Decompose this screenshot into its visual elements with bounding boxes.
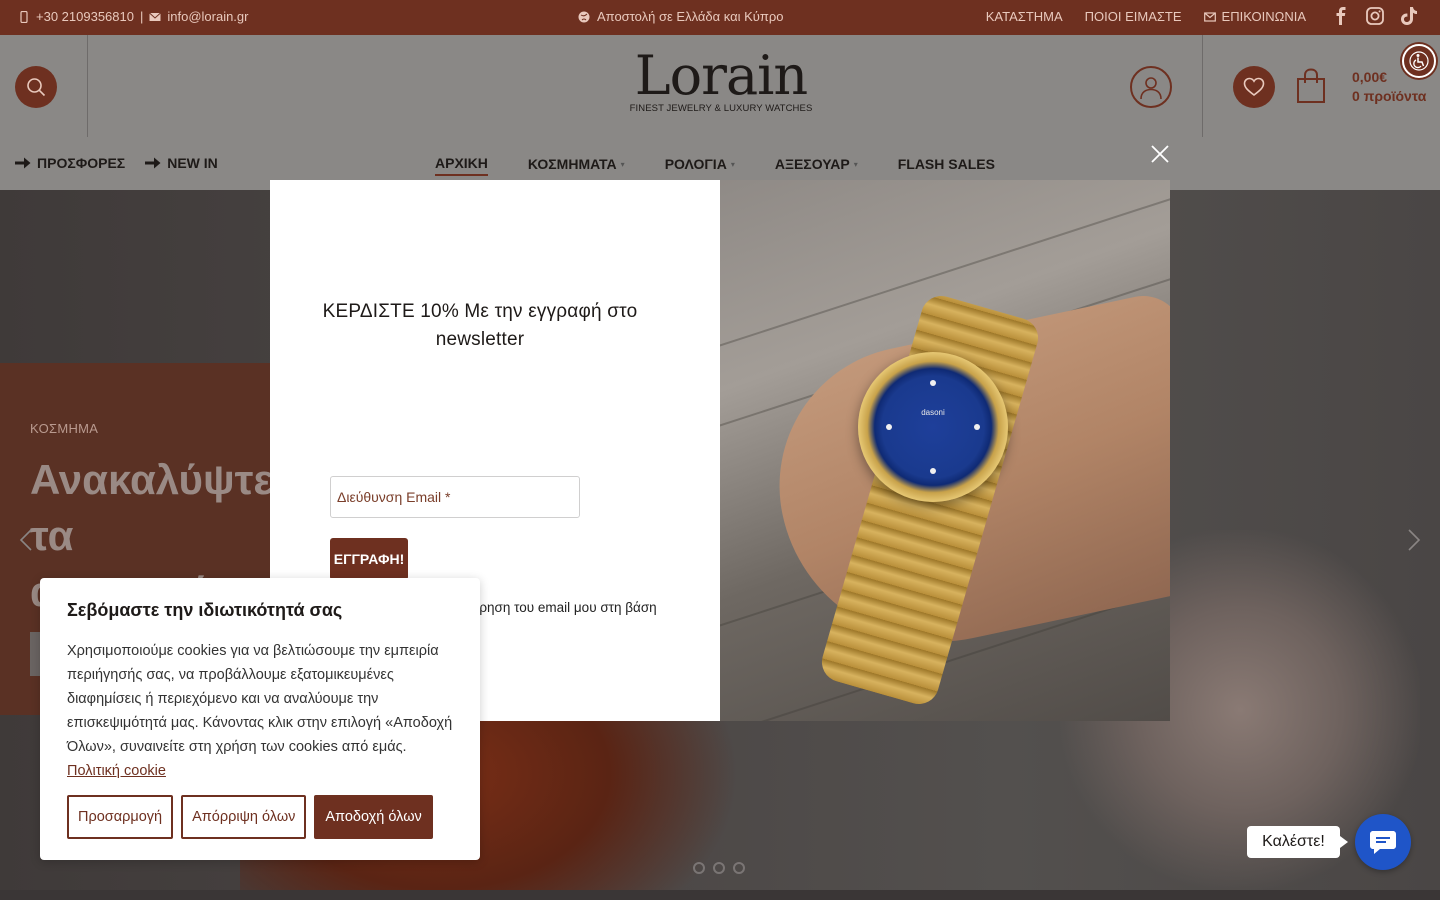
cookie-text: Χρησιμοποιούμε cookies για να βελτιώσουμ…	[67, 639, 453, 783]
envelope-icon	[1203, 11, 1216, 22]
logo-tagline: FINEST JEWELRY & LUXURY WATCHES	[629, 103, 813, 114]
slider-dot[interactable]	[713, 862, 725, 874]
facebook-icon[interactable]	[1332, 7, 1350, 25]
arrow-right-icon	[15, 157, 31, 169]
cookie-customize-button[interactable]: Προσαρμογή	[67, 795, 174, 839]
topbar-links: ΚΑΤΑΣΤΗΜΑ ΠΟΙΟΙ ΕΙΜΑΣΤΕ ΕΠΙΚΟΙΝΩΝΙΑ	[986, 9, 1306, 24]
shopping-bag-icon	[1297, 68, 1325, 103]
cookie-banner: Σεβόμαστε την ιδιωτικότητά σας Χρησιμοπο…	[40, 578, 480, 860]
nav-item-accessories-label: ΑΞΕΣΟΥΑΡ	[774, 156, 850, 172]
header-divider-left	[87, 35, 88, 137]
bottom-strip	[0, 890, 1440, 900]
close-icon	[1151, 145, 1169, 163]
slider-prev-button[interactable]	[18, 528, 34, 552]
cart-total[interactable]: 0,00€	[1352, 69, 1387, 85]
newsletter-email-input[interactable]	[330, 476, 580, 518]
slider-dots	[693, 862, 745, 874]
topbar-link-about[interactable]: ΠΟΙΟΙ ΕΙΜΑΣΤΕ	[1085, 9, 1182, 24]
topbar-contact: +30 2109356810 | info@lorain.gr	[18, 9, 248, 24]
chevron-down-icon: ▾	[620, 159, 625, 169]
chevron-left-icon	[19, 529, 32, 551]
nav-item-jewelry[interactable]: ΚΟΣΜΗΜΑΤΑ ▾	[528, 155, 625, 176]
nav-item-new-in[interactable]: NEW IN	[145, 155, 218, 171]
nav-item-flash-sales[interactable]: FLASH SALES	[898, 155, 995, 176]
nav-item-new-in-label: NEW IN	[167, 155, 218, 171]
topbar-separator: |	[139, 9, 144, 24]
topbar-link-store[interactable]: ΚΑΤΑΣΤΗΜΑ	[986, 9, 1063, 24]
chevron-down-icon: ▾	[730, 159, 735, 169]
phone-link[interactable]: +30 2109356810	[36, 9, 134, 24]
close-modal-button[interactable]	[1148, 142, 1172, 166]
email-link[interactable]: info@lorain.gr	[167, 9, 248, 24]
user-icon	[1140, 77, 1162, 100]
cookie-reject-button[interactable]: Απόρριψη όλων	[181, 795, 307, 839]
cookie-body: Χρησιμοποιούμε cookies για να βελτιώσουμ…	[67, 643, 453, 755]
wishlist-button[interactable]	[1233, 66, 1275, 108]
heart-icon	[1243, 77, 1265, 97]
tiktok-icon[interactable]	[1400, 7, 1418, 25]
header-divider-right	[1202, 35, 1203, 137]
nav-item-accessories[interactable]: ΑΞΕΣΟΥΑΡ ▾	[775, 155, 858, 176]
chat-icon	[1370, 831, 1396, 854]
shipping-text: Αποστολή σε Ελλάδα και Κύπρο	[597, 9, 784, 24]
dial-marker	[974, 424, 980, 430]
newsletter-title: ΚΕΡΔΙΣΤΕ 10% Με την εγγραφή στο newslett…	[322, 301, 638, 350]
accessibility-icon	[1409, 51, 1429, 71]
nav-item-watches-label: ΡΟΛΟΓΙΑ	[664, 156, 727, 172]
social-links	[1332, 7, 1418, 25]
slider-dot[interactable]	[693, 862, 705, 874]
cart-count: 0 προϊόντα	[1352, 88, 1427, 104]
account-button[interactable]	[1130, 66, 1172, 108]
hero-category: ΚΟΣΜΗΜΑ	[30, 421, 99, 436]
dial-marker	[930, 468, 936, 474]
phone-icon	[20, 10, 28, 23]
nav-item-jewelry-label: ΚΟΣΜΗΜΑΤΑ	[527, 156, 617, 172]
call-widget-button[interactable]	[1355, 814, 1411, 870]
main-nav: ΑΡΧΙΚΗ ΚΟΣΜΗΜΑΤΑ ▾ ΡΟΛΟΓΙΑ ▾ ΑΞΕΣΟΥΑΡ ▾ FLA…	[435, 155, 995, 176]
topbar-shipping: Αποστολή σε Ελλάδα και Κύπρο	[578, 9, 784, 24]
site-header: Lorain FINEST JEWELRY & LUXURY WATCHES 0…	[0, 35, 1440, 190]
nav-left: ΠΡΟΣΦΟΡΕΣ NEW IN	[15, 155, 218, 171]
topbar-link-contact[interactable]: ΕΠΙΚΟΙΝΩΝΙΑ	[1203, 9, 1306, 24]
slider-dot[interactable]	[733, 862, 745, 874]
watch-brand-text: dasoni	[921, 408, 945, 417]
nav-item-offers-label: ΠΡΟΣΦΟΡΕΣ	[37, 155, 126, 171]
arrow-right-icon	[145, 157, 161, 169]
nav-item-offers[interactable]: ΠΡΟΣΦΟΡΕΣ	[15, 155, 125, 171]
search-button[interactable]	[15, 66, 57, 108]
cookie-title: Σεβόμαστε την ιδιωτικότητά σας	[67, 600, 343, 620]
chevron-down-icon: ▾	[853, 159, 858, 169]
call-widget-label[interactable]: Καλέστε!	[1247, 826, 1348, 858]
accessibility-button[interactable]	[1402, 44, 1436, 78]
newsletter-image: dasoni	[720, 180, 1170, 721]
newsletter-submit-button[interactable]: ΕΓΓΡΑΦΗ!	[330, 538, 408, 580]
top-bar: +30 2109356810 | info@lorain.gr Αποστολή…	[0, 0, 1440, 35]
watch-image: dasoni	[858, 352, 1008, 502]
nav-item-home-label: ΑΡΧΙΚΗ	[435, 155, 488, 171]
chevron-right-icon	[1408, 529, 1421, 551]
cookie-accept-button[interactable]: Αποδοχή όλων	[314, 795, 433, 839]
instagram-icon[interactable]	[1366, 7, 1384, 25]
nav-item-watches[interactable]: ΡΟΛΟΓΙΑ ▾	[665, 155, 735, 176]
globe-icon	[578, 11, 590, 22]
slider-next-button[interactable]	[1406, 528, 1422, 552]
logo-word: Lorain	[634, 44, 808, 107]
mail-icon	[149, 12, 162, 21]
cart-button[interactable]	[1296, 68, 1326, 109]
search-icon	[27, 78, 46, 97]
dial-marker	[886, 424, 892, 430]
dial-marker	[930, 380, 936, 386]
cookie-policy-link[interactable]: Πολιτική cookie	[67, 763, 166, 779]
nav-item-home[interactable]: ΑΡΧΙΚΗ	[435, 155, 488, 176]
topbar-link-contact-label: ΕΠΙΚΟΙΝΩΝΙΑ	[1221, 9, 1306, 24]
nav-item-flash-sales-label: FLASH SALES	[897, 156, 995, 172]
site-logo[interactable]: Lorain FINEST JEWELRY & LUXURY WATCHES	[626, 44, 816, 115]
cookie-buttons: Προσαρμογή Απόρριψη όλων Αποδοχή όλων	[67, 795, 433, 839]
